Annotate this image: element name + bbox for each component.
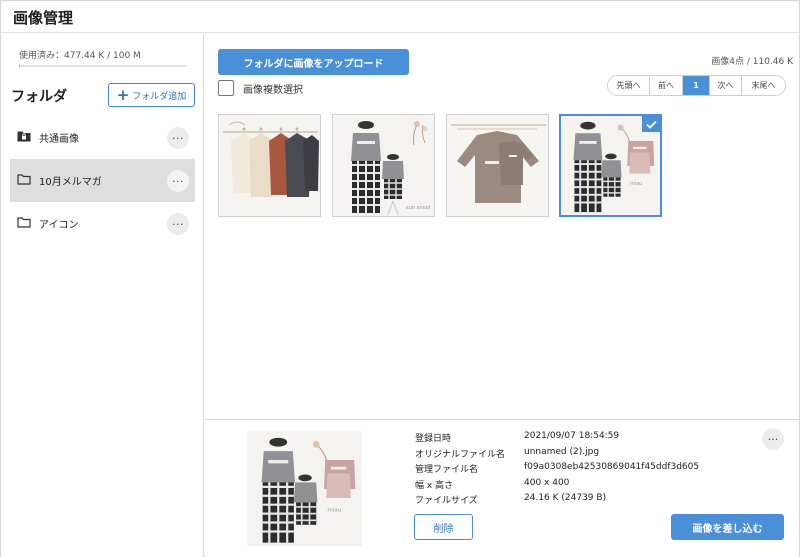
storage-usage-text: 使用済み：477.44 K / 100 M bbox=[19, 51, 141, 61]
svg-text:sun anvol: sun anvol bbox=[406, 205, 430, 211]
folder-more-button[interactable]: ··· bbox=[167, 170, 189, 192]
folder-label: 共通画像 bbox=[39, 134, 79, 145]
storage-usage-fill bbox=[19, 65, 20, 67]
pagination: 先頭へ 前へ 1 次へ 末尾へ bbox=[607, 75, 786, 96]
page-last-button[interactable]: 末尾へ bbox=[742, 76, 785, 95]
add-folder-button[interactable]: + フォルダ追加 bbox=[108, 83, 195, 107]
image-more-button[interactable]: ··· bbox=[762, 428, 784, 450]
meta-key: 幅 x 高さ bbox=[415, 480, 454, 491]
meta-value: 2021/09/07 18:54:59 bbox=[524, 431, 620, 441]
meta-value: 24.16 K (24739 B) bbox=[524, 493, 607, 503]
thumbnail-image[interactable] bbox=[218, 114, 321, 217]
folder-list: 共通画像 ··· 10月メルマガ ··· アイコン ··· bbox=[10, 116, 195, 245]
title-bar: 画像管理 bbox=[1, 1, 799, 33]
svg-text:miau: miau bbox=[630, 181, 642, 187]
meta-key: ファイルサイズ bbox=[415, 496, 478, 506]
shared-folder-icon bbox=[17, 130, 31, 145]
folder-icon bbox=[17, 216, 31, 231]
image-detail-panel: miau 登録日時 2021/09/07 18:54:59 オリジナルファイル名… bbox=[205, 419, 799, 557]
meta-value: f09a0308eb42530869041f45ddf3d605 bbox=[524, 462, 700, 472]
folder-more-button[interactable]: ··· bbox=[167, 213, 189, 235]
folder-label: アイコン bbox=[39, 220, 79, 231]
folder-item-october-newsletter[interactable]: 10月メルマガ ··· bbox=[10, 159, 195, 202]
multi-select-checkbox[interactable] bbox=[218, 80, 234, 96]
thumbnail-image-selected[interactable]: miau bbox=[559, 114, 662, 217]
page-title: 画像管理 bbox=[13, 9, 74, 27]
multi-select-label: 画像複数選択 bbox=[243, 84, 303, 96]
storage-usage-bar bbox=[19, 65, 187, 67]
selected-image-preview: miau bbox=[247, 431, 362, 546]
page-first-button[interactable]: 先頭へ bbox=[608, 76, 650, 95]
svg-text:miau: miau bbox=[327, 507, 341, 513]
folder-icon bbox=[17, 173, 31, 188]
folder-heading: フォルダ bbox=[11, 89, 67, 105]
page-prev-button[interactable]: 前へ bbox=[650, 76, 683, 95]
meta-key: 管理ファイル名 bbox=[415, 465, 479, 475]
thumbnail-image[interactable]: sun anvol bbox=[332, 114, 435, 217]
image-stats: 画像4点 / 110.46 K bbox=[711, 57, 793, 67]
upload-button[interactable]: フォルダに画像をアップロード bbox=[218, 49, 409, 75]
image-browser: フォルダに画像をアップロード 画像4点 / 110.46 K 画像複数選択 先頭… bbox=[205, 34, 799, 419]
folder-item-shared-images[interactable]: 共通画像 ··· bbox=[10, 116, 195, 159]
meta-key: 登録日時 bbox=[415, 434, 452, 444]
meta-key: オリジナルファイル名 bbox=[415, 449, 506, 460]
selected-check-icon bbox=[642, 116, 660, 132]
multi-select-toggle[interactable]: 画像複数選択 bbox=[218, 80, 303, 96]
plus-icon: + bbox=[116, 85, 130, 104]
thumbnail-image[interactable] bbox=[446, 114, 549, 217]
folder-more-button[interactable]: ··· bbox=[167, 127, 189, 149]
meta-value: unnamed (2).jpg bbox=[524, 446, 600, 457]
page-next-button[interactable]: 次へ bbox=[710, 76, 742, 95]
image-manager-window: 画像管理 使用済み：477.44 K / 100 M フォルダ + フォルダ追加… bbox=[0, 0, 800, 557]
folder-label: 10月メルマガ bbox=[39, 177, 102, 188]
meta-value: 400 x 400 bbox=[524, 477, 570, 488]
folder-item-icons[interactable]: アイコン ··· bbox=[10, 202, 195, 245]
sidebar: 使用済み：477.44 K / 100 M フォルダ + フォルダ追加 共通画像… bbox=[1, 34, 204, 557]
delete-button[interactable]: 削除 bbox=[414, 514, 473, 540]
insert-image-button[interactable]: 画像を差し込む bbox=[671, 514, 784, 540]
page-number-button[interactable]: 1 bbox=[683, 76, 710, 95]
add-folder-label: フォルダ追加 bbox=[132, 91, 187, 102]
